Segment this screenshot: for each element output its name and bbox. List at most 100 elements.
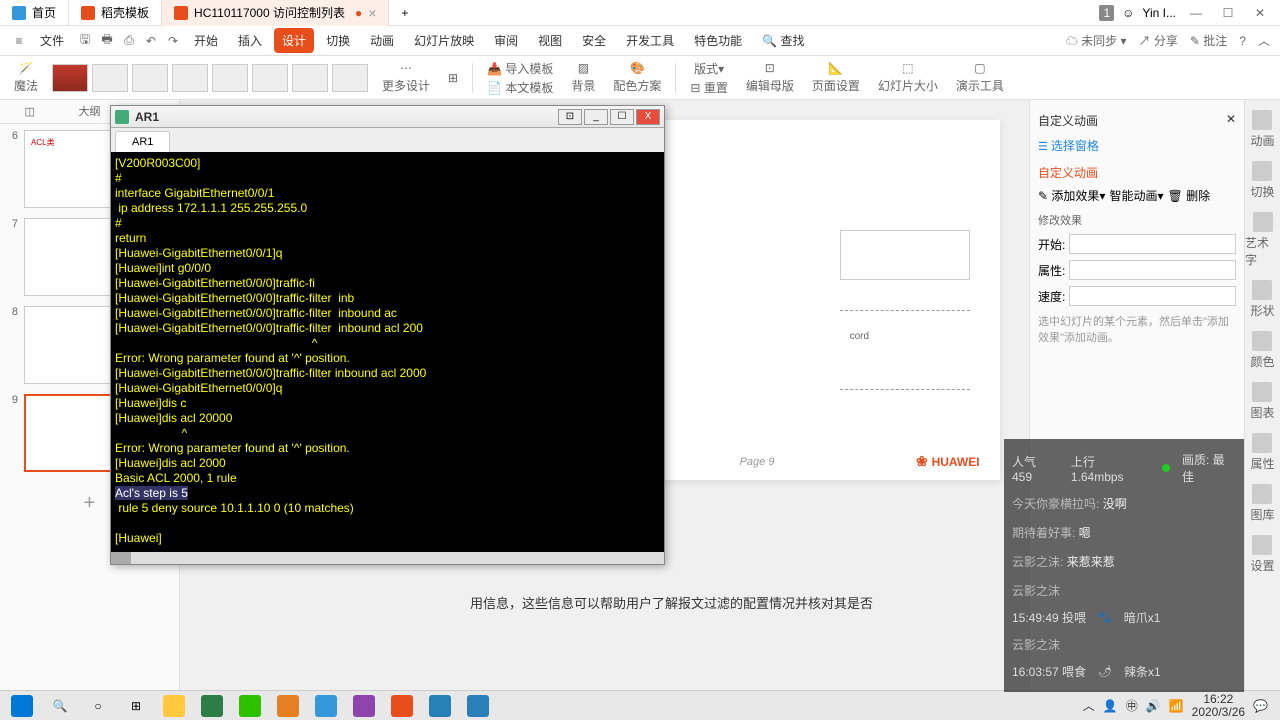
property-select[interactable] [1069,260,1236,280]
app-icon-2[interactable] [308,693,344,719]
tray-volume-icon[interactable]: 📶 [1169,699,1184,713]
search-icon[interactable]: 🔍 [42,693,78,719]
share-button[interactable]: ↗ 分享 [1139,32,1178,49]
menu-special[interactable]: 特色功能 [686,28,750,53]
fr-anim[interactable]: 动画 [1250,110,1274,149]
menu-insert[interactable]: 插入 [230,28,270,53]
fr-set[interactable]: 设置 [1250,535,1274,574]
save-icon[interactable]: 🖫 [76,32,94,50]
print-icon[interactable]: 🖶 [98,32,116,50]
terminal-scrollbar[interactable] [111,552,664,564]
tool-magic[interactable]: 🪄 魔法 [10,61,42,94]
tray-people-icon[interactable]: 👤 [1103,699,1118,713]
printpreview-icon[interactable]: ⎙ [120,32,138,50]
start-menu-icon[interactable] [4,693,40,719]
theme-thumb-4[interactable] [172,64,208,92]
sync-status[interactable]: ☁ 未同步 ▾ [1066,32,1127,49]
tab-home[interactable]: 首页 [0,0,69,26]
menu-file[interactable]: 文件 [32,28,72,53]
menu-slideshow[interactable]: 幻灯片放映 [406,28,482,53]
theme-thumb-1[interactable] [52,64,88,92]
speed-select[interactable] [1069,286,1236,306]
app-icon-1[interactable] [270,693,306,719]
theme-thumb-6[interactable] [252,64,288,92]
undo-icon[interactable]: ↶ [142,32,160,50]
terminal-tab-ar1[interactable]: AR1 [115,131,170,152]
wps-icon[interactable] [384,693,420,719]
tool-more-design[interactable]: ⋯更多设计 [378,61,434,94]
wand-icon: 🪄 [19,61,34,75]
fr-prop[interactable]: 属性 [1250,433,1274,472]
select-pane-button[interactable]: ☰ 选择窗格 [1038,133,1236,158]
fr-chart[interactable]: 图表 [1250,382,1274,421]
fr-switch[interactable]: 切换 [1250,161,1274,200]
tab-close-icon[interactable]: × [368,5,376,21]
menu-review[interactable]: 审阅 [486,28,526,53]
menu-start[interactable]: 开始 [186,28,226,53]
hamburger-icon[interactable]: ≡ [10,32,28,50]
cortana-icon[interactable]: ○ [80,693,116,719]
explorer-icon[interactable] [156,693,192,719]
terminal-close-icon[interactable]: X [636,109,660,125]
window-minimize-icon[interactable]: — [1184,3,1208,23]
tool-page-setup[interactable]: 📐页面设置 [808,61,864,94]
window-close-icon[interactable]: ✕ [1248,3,1272,23]
tray-network-icon[interactable]: 🔊 [1146,699,1161,713]
tool-import-template[interactable]: 📥 导入模板📄 本文模板 [483,60,557,96]
theme-thumb-5[interactable] [212,64,248,92]
ensp-icon-2[interactable] [460,693,496,719]
window-maximize-icon[interactable]: ☐ [1216,3,1240,23]
ensp-icon-1[interactable] [422,693,458,719]
terminal-body[interactable]: [V200R003C00] # interface GigabitEtherne… [111,152,664,552]
annotate-button[interactable]: ✎ 批注 [1190,32,1227,49]
tool-slide-size[interactable]: ⬚幻灯片大小 [874,61,942,94]
redo-icon[interactable]: ↷ [164,32,182,50]
tray-chevron-icon[interactable]: ︿ [1083,697,1095,714]
tab-template[interactable]: 稻壳模板 [69,0,162,26]
menu-search[interactable]: 🔍 查找 [754,28,812,53]
tab-document[interactable]: HC110117000 访问控制列表 ● × [162,0,389,26]
collapse-icon[interactable]: ︿ [1258,32,1270,49]
tool-edit-master[interactable]: ⊡编辑母版 [742,61,798,94]
theme-thumb-2[interactable] [92,64,128,92]
tab-add[interactable]: + [389,0,420,26]
app-icon-3[interactable] [346,693,382,719]
terminal-titlebar[interactable]: AR1 ⊡ _ ☐ X [111,106,664,128]
theme-thumb-3[interactable] [132,64,168,92]
tool-color-scheme[interactable]: 🎨配色方案 [609,61,665,94]
terminal-maximize-icon[interactable]: ☐ [610,109,634,125]
taskview-icon[interactable]: ⊞ [118,693,154,719]
clock[interactable]: 16:22 2020/3/26 [1192,693,1245,719]
tool-grid[interactable]: ⊞ [444,71,462,85]
sidebar-tab-unknown[interactable]: ◫ [0,100,60,123]
menu-security[interactable]: 安全 [574,28,614,53]
notification-icon[interactable]: 💬 [1253,699,1268,713]
tray-ime-icon[interactable]: ㊥ [1126,697,1138,714]
menu-design[interactable]: 设计 [274,28,314,53]
add-effect-button[interactable]: ✎ 添加效果▾ [1038,187,1105,204]
tool-demo[interactable]: ▢演示工具 [952,61,1008,94]
theme-thumb-7[interactable] [292,64,328,92]
menu-transition[interactable]: 切换 [318,28,358,53]
smart-anim-button[interactable]: 智能动画▾ [1109,187,1163,204]
theme-thumb-8[interactable] [332,64,368,92]
fr-shape[interactable]: 形状 [1250,280,1274,319]
terminal-window[interactable]: AR1 ⊡ _ ☐ X AR1 [V200R003C00] # interfac… [110,105,665,565]
edge-icon[interactable] [194,693,230,719]
menu-animation[interactable]: 动画 [362,28,402,53]
panel-close-icon[interactable]: ✕ [1226,112,1236,129]
fr-art[interactable]: 艺术字 [1245,212,1280,268]
tool-background[interactable]: ▨背景 [567,61,599,94]
fr-color[interactable]: 颜色 [1250,331,1274,370]
help-icon[interactable]: ? [1239,34,1246,48]
terminal-extra-icon[interactable]: ⊡ [558,109,582,125]
start-select[interactable] [1069,234,1236,254]
tool-layout[interactable]: 版式▾⊟ 重置 [686,60,731,96]
wechat-icon[interactable] [232,693,268,719]
fr-lib[interactable]: 图库 [1250,484,1274,523]
menu-view[interactable]: 视图 [530,28,570,53]
user-avatar[interactable]: ☺ [1122,6,1134,20]
terminal-minimize-icon[interactable]: _ [584,109,608,125]
menu-dev[interactable]: 开发工具 [618,28,682,53]
delete-button[interactable]: 🗑 删除 [1167,187,1210,204]
